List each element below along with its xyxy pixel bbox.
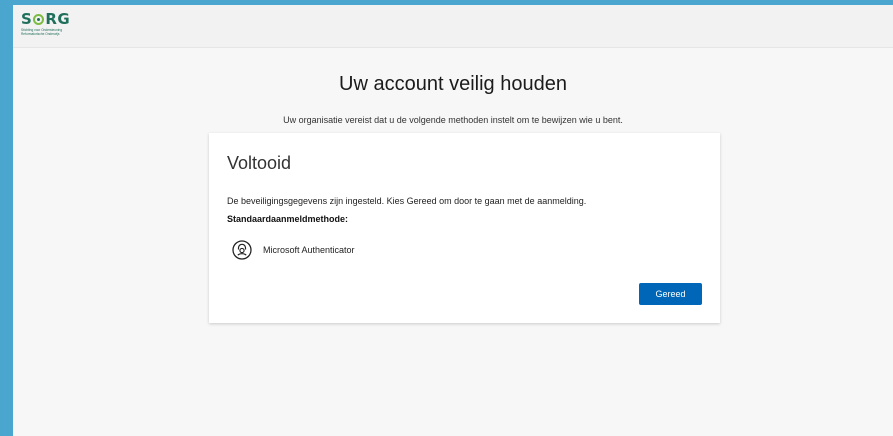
header-bar: S RG Stichting voor Ondersteuning Reforma… xyxy=(13,5,893,48)
method-row: Microsoft Authenticator xyxy=(231,239,355,261)
page-title: Uw account veilig houden xyxy=(339,73,567,95)
method-label: Microsoft Authenticator xyxy=(263,245,355,255)
completion-message: De beveiligingsgegevens zijn ingesteld. … xyxy=(227,196,587,206)
logo-o-ring xyxy=(33,13,45,25)
logo-letters-rg: RG xyxy=(45,10,71,28)
default-method-heading: Standaardaanmeldmethode: xyxy=(227,214,349,224)
logo-wordmark: S RG xyxy=(21,11,85,27)
logo-tagline: Stichting voor Ondersteuning Reformatori… xyxy=(21,28,63,36)
app-frame: S RG Stichting voor Ondersteuning Reforma… xyxy=(13,5,893,436)
authenticator-lock-icon xyxy=(232,240,252,260)
page-subtitle: Uw organisatie vereist dat u de volgende… xyxy=(283,115,623,125)
sorg-logo: S RG Stichting voor Ondersteuning Reforma… xyxy=(21,11,85,36)
card-title: Voltooid xyxy=(227,153,292,173)
completion-card: Voltooid De beveiligingsgegevens zijn in… xyxy=(209,133,720,323)
done-button[interactable]: Gereed xyxy=(639,283,702,305)
logo-letter-s: S xyxy=(21,10,33,28)
